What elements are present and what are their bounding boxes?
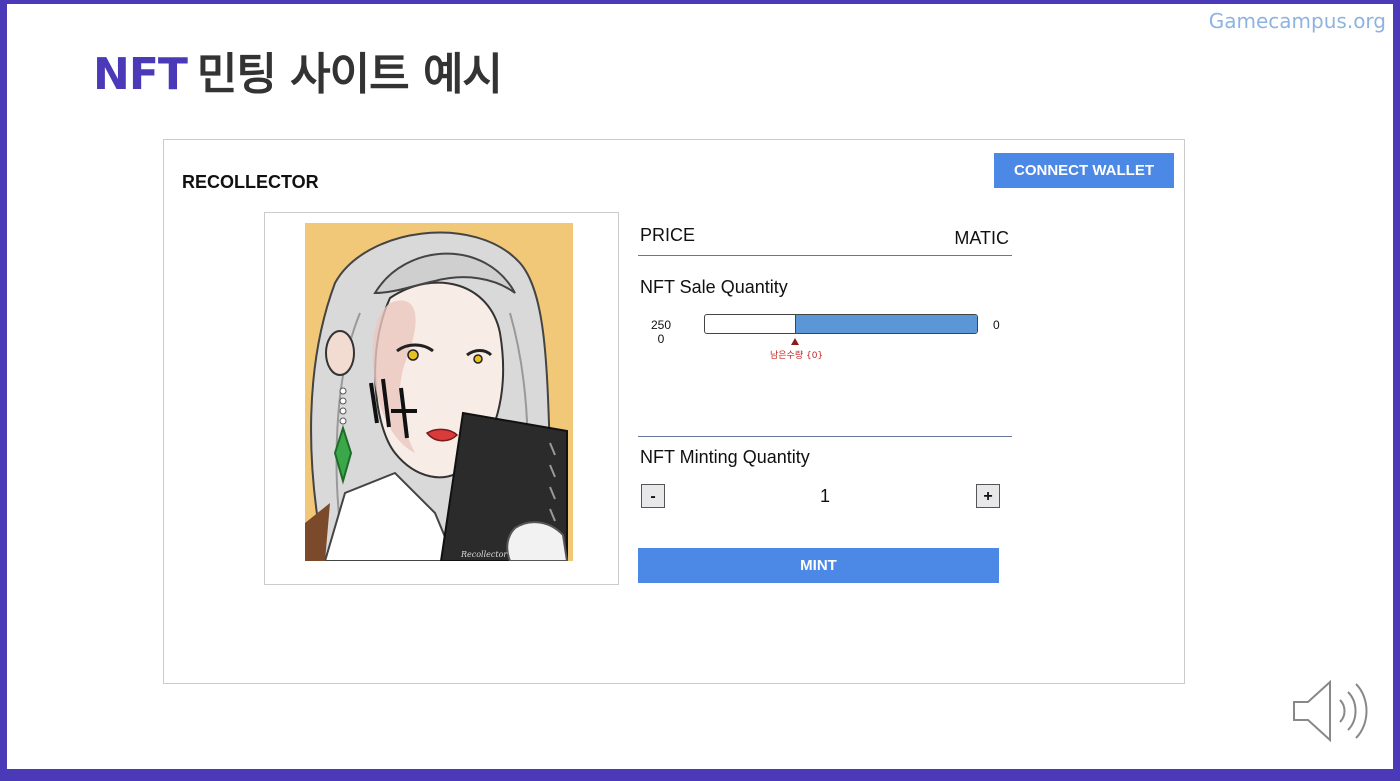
mint-info-panel: PRICE MATIC NFT Sale Quantity 250 0 0 남은… xyxy=(638,220,1012,583)
slide-title: NFT 민팅 사이트 예시 xyxy=(93,38,503,102)
increase-quantity-button[interactable]: + xyxy=(976,484,1000,508)
brand-name: RECOLLECTOR xyxy=(182,172,319,192)
slide-title-text: 민팅 사이트 예시 xyxy=(196,49,503,100)
sale-progress-fill xyxy=(794,315,977,333)
minting-quantity-label: NFT Minting Quantity xyxy=(640,447,810,467)
decrease-quantity-button[interactable]: - xyxy=(641,484,665,508)
mint-button[interactable]: MINT xyxy=(638,548,999,583)
price-label: PRICE xyxy=(640,225,696,245)
sale-quantity-label: NFT Sale Quantity xyxy=(640,277,788,297)
watermark: Gamecampus.org xyxy=(1208,9,1386,33)
price-unit: MATIC xyxy=(954,228,1009,248)
artwork-signature: Recollector xyxy=(460,550,508,559)
connect-wallet-button[interactable]: CONNECT WALLET xyxy=(994,153,1174,188)
price-row: PRICE MATIC xyxy=(638,220,1012,256)
progress-marker-icon xyxy=(791,338,799,345)
slide-title-accent: NFT xyxy=(93,49,188,100)
nft-artwork-image: Recollector xyxy=(305,223,573,561)
sale-total-line-1: 250 xyxy=(650,318,672,332)
sale-remaining-end: 0 xyxy=(993,318,1000,332)
minting-site-panel: RECOLLECTOR CONNECT WALLET Recollector P… xyxy=(163,139,1185,684)
speaker-icon[interactable] xyxy=(1290,678,1374,744)
nft-artwork-frame: Recollector xyxy=(264,212,619,585)
minting-quantity-value: 1 xyxy=(819,486,830,506)
sale-total-quantity: 250 0 xyxy=(650,318,672,346)
remaining-quantity-label: 남은수량 {0} xyxy=(770,351,824,361)
section-divider xyxy=(638,436,1012,437)
sale-total-line-2: 0 xyxy=(657,332,665,346)
sale-progress-bar xyxy=(704,314,978,334)
